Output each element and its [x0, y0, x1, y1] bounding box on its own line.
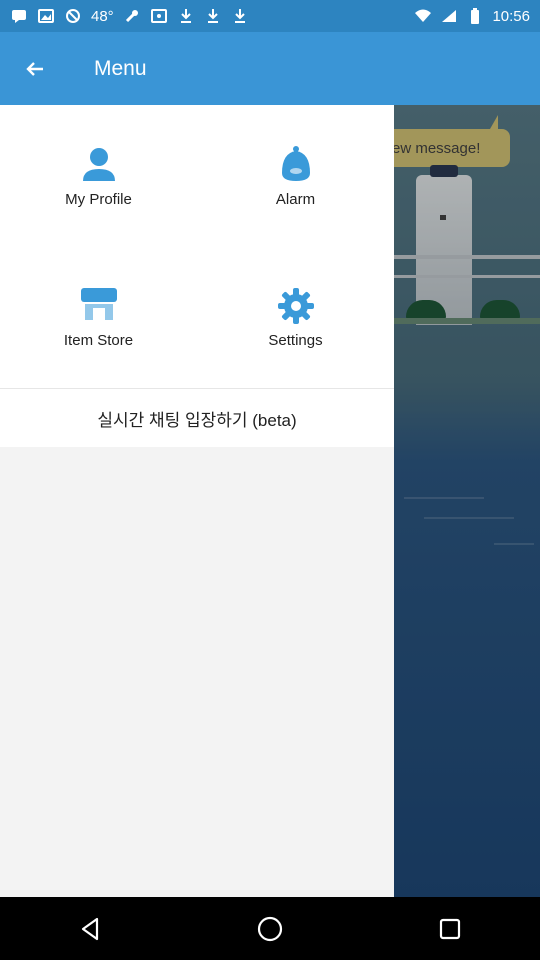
- menu-item-label: Alarm: [275, 191, 316, 208]
- app-bar: Menu: [0, 32, 540, 105]
- recents-square-icon: [439, 918, 461, 939]
- sync-icon: [64, 8, 82, 24]
- menu-item-my-profile[interactable]: My Profile: [0, 105, 197, 246]
- battery-icon: [466, 8, 484, 24]
- menu-item-label: My Profile: [65, 191, 132, 208]
- person-icon: [79, 145, 119, 185]
- system-nav-bar: [0, 897, 540, 960]
- message-icon: [10, 8, 28, 24]
- gear-icon: [276, 286, 316, 326]
- home-circle-icon: [257, 916, 283, 941]
- menu-item-label: Item Store: [63, 332, 134, 349]
- realtime-chat-beta-button[interactable]: 실시간 채팅 입장하기 (beta): [0, 388, 394, 447]
- download-icon: [177, 8, 195, 24]
- signal-icon: [440, 8, 458, 24]
- wrench-icon: [123, 8, 141, 24]
- image-icon: [37, 8, 55, 24]
- nav-back-button[interactable]: [60, 904, 120, 954]
- menu-grid: My Profile Alarm Item Store Settings: [0, 105, 394, 388]
- status-icons-right: 10:56: [414, 8, 530, 25]
- arrow-back-icon: [26, 61, 43, 76]
- status-bar: 48° 10:56: [0, 0, 540, 32]
- wifi-icon: [414, 8, 432, 24]
- back-button[interactable]: [0, 32, 70, 105]
- nav-home-button[interactable]: [240, 904, 300, 954]
- status-icons-left: 48°: [10, 8, 249, 25]
- menu-item-alarm[interactable]: Alarm: [197, 105, 394, 246]
- menu-item-label: Settings: [268, 332, 323, 349]
- menu-item-settings[interactable]: Settings: [197, 246, 394, 387]
- nav-recents-button[interactable]: [420, 904, 480, 954]
- page-title: Menu: [94, 56, 147, 80]
- status-time: 10:56: [492, 7, 530, 25]
- menu-drawer: My Profile Alarm Item Store Settings 실시간…: [0, 105, 394, 897]
- temperature-text: 48°: [91, 7, 114, 25]
- back-triangle-icon: [81, 917, 99, 940]
- download-icon: [204, 8, 222, 24]
- background-scene: ew message!: [394, 105, 540, 897]
- photo-icon: [150, 8, 168, 24]
- store-icon: [79, 286, 119, 326]
- download-icon: [231, 8, 249, 24]
- bell-icon: [276, 145, 316, 185]
- menu-item-item-store[interactable]: Item Store: [0, 246, 197, 387]
